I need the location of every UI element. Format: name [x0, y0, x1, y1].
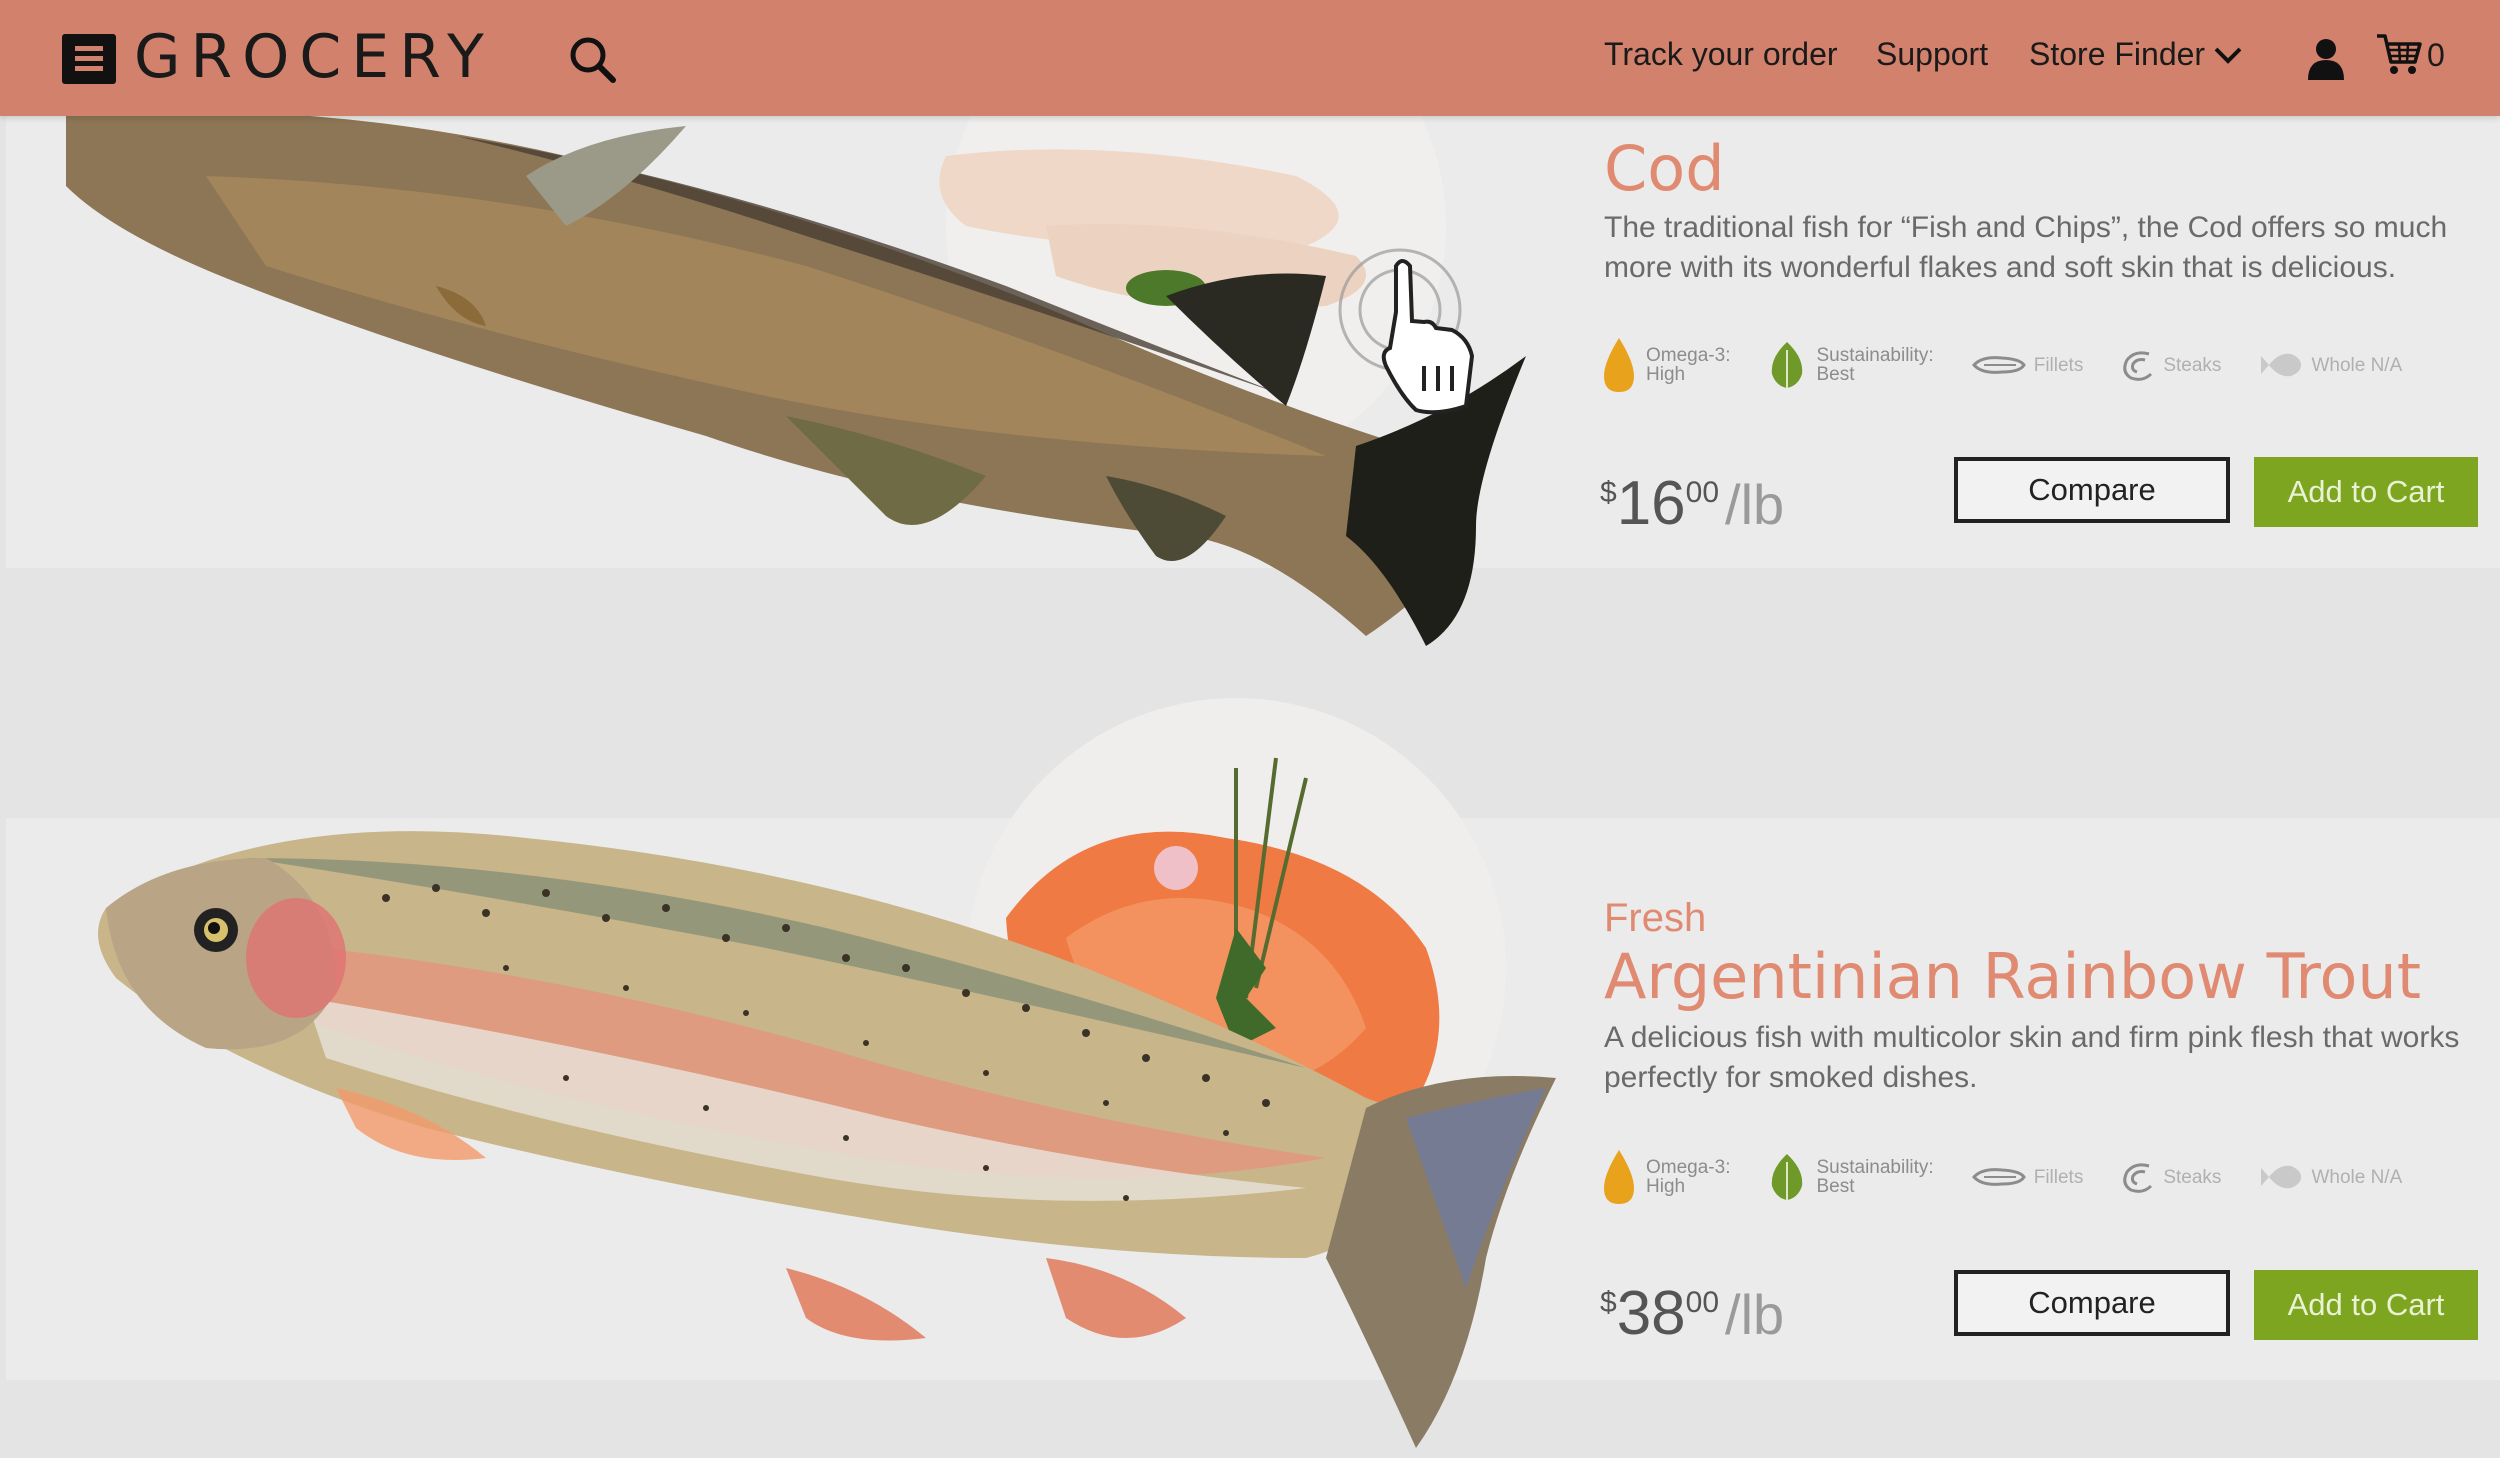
price-dollars: 38	[1616, 1279, 1686, 1348]
fillets-label: Fillets	[2033, 354, 2084, 376]
leaf-icon	[1772, 1154, 1803, 1200]
whole-attribute: Whole N/A	[2259, 350, 2402, 380]
price-currency: $	[1600, 1286, 1617, 1319]
steaks-attribute: Steaks	[2121, 1160, 2221, 1194]
product-card-cod: Cod The traditional fish for “Fish and C…	[6, 0, 2500, 646]
sustainability-attribute: Sustainability: Best	[1768, 340, 1934, 390]
steaks-label: Steaks	[2163, 1166, 2222, 1188]
fillets-label: Fillets	[2033, 1166, 2084, 1188]
whole-fish-icon	[2261, 1165, 2302, 1189]
whole-label: Whole N/A	[2311, 1166, 2403, 1188]
omega-attribute: Omega-3: High	[1602, 1148, 1730, 1206]
steak-icon	[2123, 1163, 2153, 1193]
omega-label: Omega-3:	[1646, 1157, 1731, 1178]
product-attributes: Omega-3: High Sustainability: Best Fille…	[1602, 1148, 2440, 1206]
sustainability-value: Best	[1816, 1176, 1855, 1197]
sustainability-label: Sustainability:	[1816, 1157, 1934, 1178]
fillets-attribute: Fillets	[1971, 1166, 2084, 1188]
cart-count: 0	[2427, 36, 2445, 73]
price-dollars: 16	[1616, 469, 1686, 538]
price-cents: 00	[1685, 476, 1720, 509]
omega-attribute: Omega-3: High	[1602, 336, 1730, 394]
user-icon[interactable]	[2306, 36, 2346, 80]
sustainability-value: Best	[1816, 364, 1855, 385]
fillet-icon	[1971, 356, 2026, 374]
product-description: The traditional fish for “Fish and Chips…	[1604, 211, 2448, 284]
price-cents: 00	[1685, 1286, 1720, 1319]
price-unit: /lb	[1725, 473, 1785, 536]
omega-drop-icon	[1604, 1150, 1634, 1204]
whole-label: Whole N/A	[2311, 354, 2403, 376]
price-currency: $	[1600, 476, 1617, 509]
omega-drop-icon	[1604, 338, 1634, 392]
fillet-icon	[1971, 1168, 2026, 1186]
product-card-trout: Fresh Argentinian Rainbow Trout A delici…	[6, 698, 2500, 1448]
store-finder-label: Store Finder	[2029, 36, 2206, 72]
site-logo[interactable]: GROCERY	[134, 22, 494, 92]
whole-attribute: Whole N/A	[2259, 1162, 2402, 1192]
track-order-link[interactable]: Track your order	[1604, 36, 1838, 73]
product-price: $3800/lb	[1600, 1278, 1784, 1349]
cod-product-image[interactable]	[6, 0, 1566, 656]
steaks-label: Steaks	[2163, 354, 2222, 376]
search-icon[interactable]	[563, 30, 623, 90]
product-attributes: Omega-3: High Sustainability: Best Fille…	[1602, 336, 2440, 394]
leaf-icon	[1772, 342, 1803, 388]
cart-icon	[2377, 34, 2422, 74]
product-description: A delicious fish with multicolor skin an…	[1604, 1021, 2460, 1094]
cart-button[interactable]: 0	[2375, 32, 2445, 78]
product-price: $1600/lb	[1600, 468, 1784, 539]
sustainability-label: Sustainability:	[1816, 345, 1934, 366]
menu-icon[interactable]	[62, 34, 116, 84]
omega-label: Omega-3:	[1646, 345, 1731, 366]
product-category: Fresh	[1604, 896, 1707, 940]
trout-product-image[interactable]	[6, 698, 1586, 1458]
compare-button[interactable]: Compare	[1954, 457, 2230, 523]
product-name[interactable]: Cod	[1604, 132, 1725, 205]
top-navigation-bar: GROCERY Track your order Support Store F…	[0, 0, 2500, 116]
compare-button[interactable]: Compare	[1954, 1270, 2230, 1336]
support-link[interactable]: Support	[1876, 36, 1988, 73]
store-finder-dropdown[interactable]: Store Finder	[2029, 36, 2243, 73]
fillets-attribute: Fillets	[1971, 354, 2084, 376]
omega-value: High	[1646, 1176, 1686, 1197]
add-to-cart-button[interactable]: Add to Cart	[2254, 1270, 2478, 1340]
sustainability-attribute: Sustainability: Best	[1768, 1152, 1934, 1202]
add-to-cart-button[interactable]: Add to Cart	[2254, 457, 2478, 527]
whole-fish-icon	[2261, 353, 2302, 377]
product-name[interactable]: Argentinian Rainbow Trout	[1604, 940, 2421, 1013]
omega-value: High	[1646, 364, 1686, 385]
chevron-down-icon	[2214, 47, 2242, 64]
steaks-attribute: Steaks	[2121, 348, 2221, 382]
price-unit: /lb	[1725, 1283, 1785, 1346]
steak-icon	[2123, 351, 2153, 381]
